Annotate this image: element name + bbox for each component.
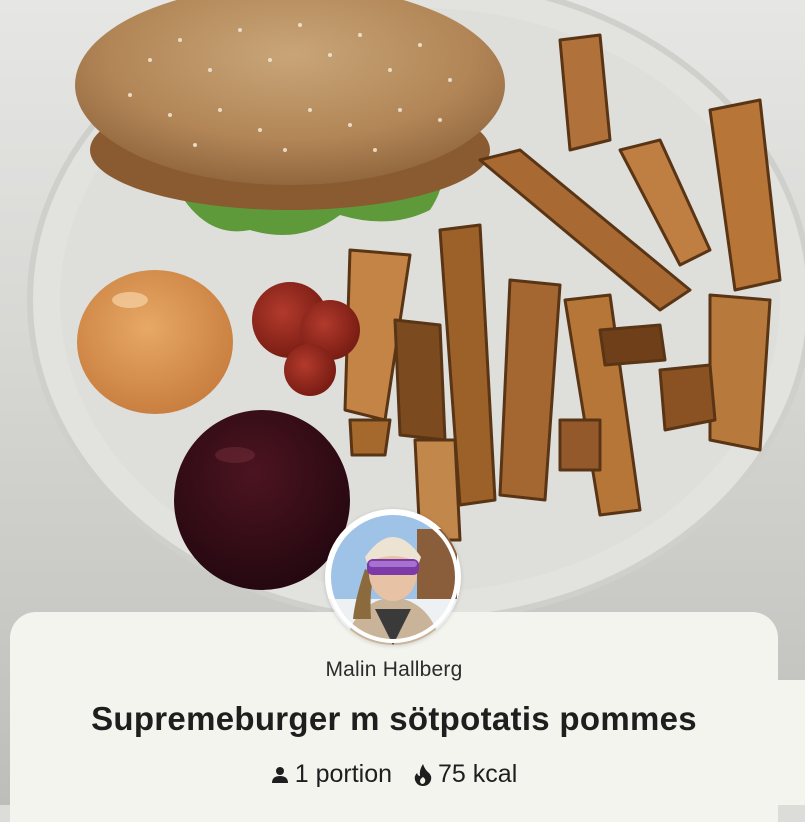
author-avatar[interactable]	[325, 509, 461, 645]
portions-info: 1 portion	[271, 760, 392, 789]
person-icon	[271, 766, 289, 784]
calories-info: 75 kcal	[414, 760, 517, 789]
recipe-title: Supremeburger m sötpotatis pommes	[91, 700, 697, 737]
flame-icon	[414, 763, 432, 786]
portions-label: 1 portion	[294, 760, 393, 788]
author-name[interactable]: Malin Hallberg	[10, 658, 778, 682]
recipe-meta: 1 portion 75 kcal	[10, 760, 778, 789]
calories-label: 75 kcal	[438, 760, 518, 788]
card-edge	[778, 680, 805, 805]
